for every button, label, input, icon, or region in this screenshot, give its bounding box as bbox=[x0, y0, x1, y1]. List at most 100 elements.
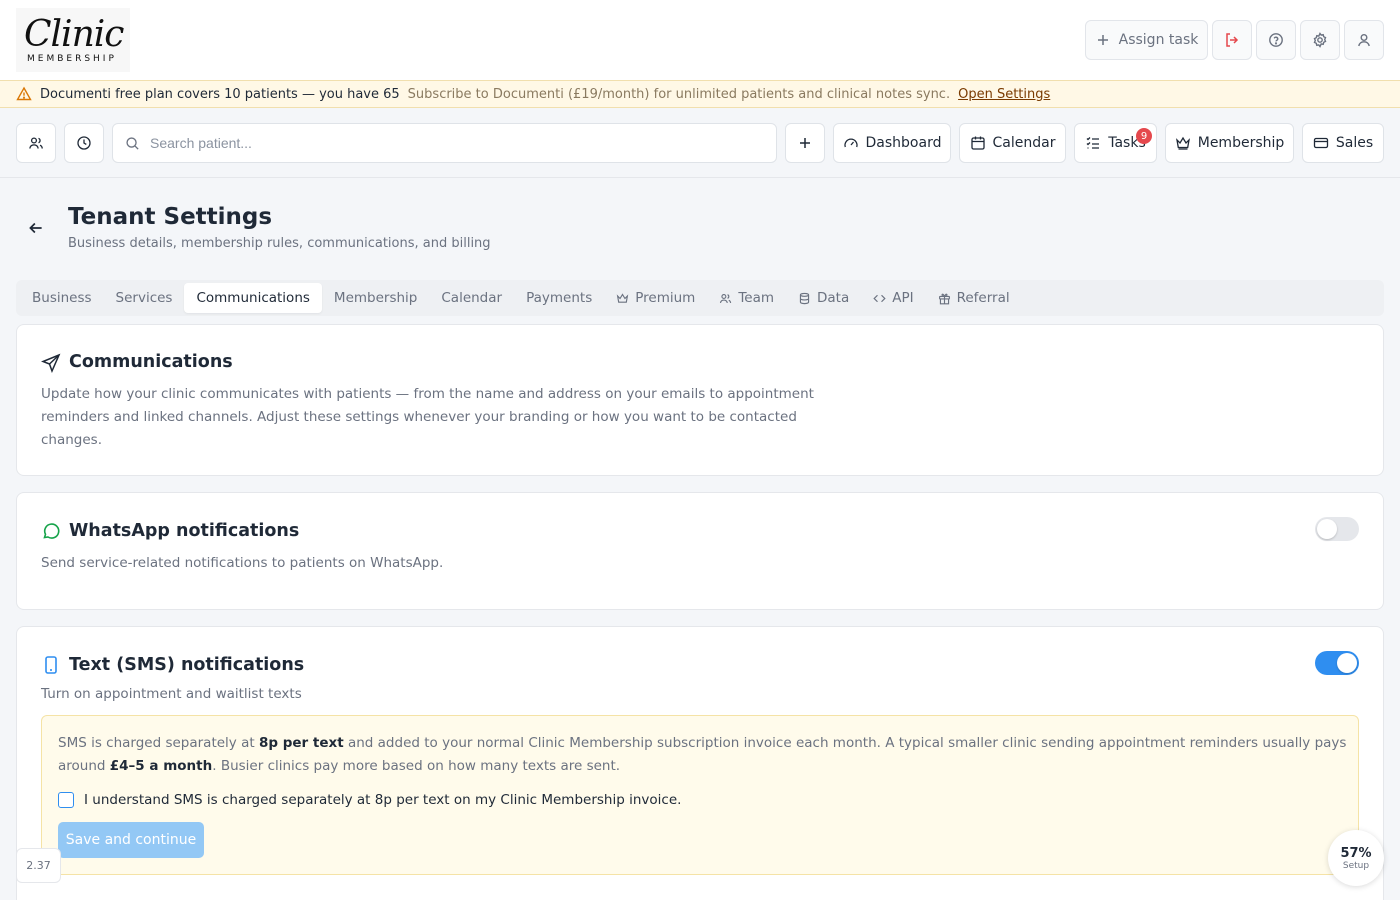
tab-premium[interactable]: Premium bbox=[604, 283, 707, 313]
open-settings-link[interactable]: Open Settings bbox=[958, 87, 1050, 102]
whatsapp-card: WhatsApp notifications Send service-rela… bbox=[16, 492, 1384, 610]
user-icon bbox=[1358, 34, 1370, 47]
users-icon bbox=[720, 293, 732, 303]
gift-icon bbox=[938, 293, 950, 304]
save-and-continue-button[interactable]: Save and continue bbox=[58, 822, 204, 858]
crown-icon bbox=[1175, 136, 1190, 150]
banner-muted-text: Subscribe to Documenti (£19/month) for u… bbox=[407, 86, 951, 102]
communications-card: Communications Update how your clinic co… bbox=[16, 324, 1384, 476]
gauge-icon bbox=[843, 138, 858, 148]
task-list-icon bbox=[1086, 137, 1100, 149]
search-input[interactable] bbox=[150, 135, 750, 151]
database-icon bbox=[799, 292, 810, 304]
main-toolbar: Dashboard Calendar Tasks 9 Membership Sa… bbox=[0, 108, 1400, 178]
crown-icon bbox=[616, 292, 629, 303]
dashboard-label: Dashboard bbox=[865, 135, 942, 151]
help-button[interactable] bbox=[1256, 20, 1296, 60]
plus-icon bbox=[800, 138, 810, 148]
top-header: Clinic MEMBERSHIP Assign task bbox=[0, 0, 1400, 80]
help-circle-icon bbox=[1269, 33, 1283, 47]
mobile-phone-icon bbox=[45, 656, 57, 674]
page-subtitle: Business details, membership rules, comm… bbox=[68, 236, 491, 251]
communications-desc-line: Update how your clinic communicates with… bbox=[41, 386, 814, 402]
warning-icon bbox=[16, 86, 32, 101]
nav-tasks[interactable]: Tasks 9 bbox=[1074, 123, 1157, 163]
tab-calendar[interactable]: Calendar bbox=[429, 283, 514, 313]
sms-acknowledge-label: I understand SMS is charged separately a… bbox=[84, 792, 682, 808]
banner-strong-text: Documenti free plan covers 10 patients —… bbox=[40, 86, 400, 102]
tab-services[interactable]: Services bbox=[104, 283, 185, 313]
logout-button[interactable] bbox=[1212, 20, 1252, 60]
sms-title: Text (SMS) notifications bbox=[69, 655, 305, 675]
toggle-knob bbox=[1317, 519, 1337, 539]
sms-acknowledge-checkbox[interactable] bbox=[58, 792, 74, 808]
nav-calendar[interactable]: Calendar bbox=[959, 123, 1066, 163]
plan-warning-banner: Documenti free plan covers 10 patients —… bbox=[0, 80, 1400, 108]
tab-team[interactable]: Team bbox=[707, 283, 786, 313]
assign-task-label: Assign task bbox=[1118, 32, 1199, 48]
membership-label: Membership bbox=[1197, 135, 1285, 151]
tab-communications[interactable]: Communications bbox=[184, 283, 322, 313]
tab-business[interactable]: Business bbox=[20, 283, 104, 313]
nav-dashboard[interactable]: Dashboard bbox=[833, 123, 951, 163]
communications-description: Update how your clinic communicates with… bbox=[41, 383, 814, 452]
patients-button[interactable] bbox=[16, 123, 56, 163]
sms-toggle[interactable] bbox=[1315, 651, 1359, 675]
tab-label: Communications bbox=[196, 290, 310, 306]
settings-button[interactable] bbox=[1300, 20, 1340, 60]
nav-membership[interactable]: Membership bbox=[1165, 123, 1294, 163]
clinic-membership-logo[interactable]: Clinic MEMBERSHIP bbox=[16, 8, 130, 72]
tab-payments[interactable]: Payments bbox=[514, 283, 604, 313]
sms-description: Turn on appointment and waitlist texts bbox=[41, 686, 302, 702]
setup-progress-button[interactable]: 57% Setup bbox=[1328, 830, 1384, 886]
chat-bubble-icon bbox=[43, 523, 60, 539]
tab-label: Referral bbox=[956, 290, 1010, 306]
communications-desc-line: changes. bbox=[41, 432, 103, 448]
sms-monthly-bold: £4–5 a month bbox=[109, 758, 213, 774]
tab-membership[interactable]: Membership bbox=[322, 283, 429, 313]
sms-charge-text: SMS is charged separately at 8p per text… bbox=[58, 732, 1348, 778]
whatsapp-toggle[interactable] bbox=[1315, 517, 1359, 541]
tab-label: Team bbox=[738, 290, 774, 306]
tab-label: Business bbox=[32, 290, 92, 306]
communications-title: Communications bbox=[69, 352, 233, 372]
whatsapp-title: WhatsApp notifications bbox=[69, 521, 300, 541]
send-icon bbox=[41, 353, 61, 373]
tab-referral[interactable]: Referral bbox=[926, 283, 1022, 313]
nav-sales[interactable]: Sales bbox=[1302, 123, 1384, 163]
tab-label: API bbox=[892, 290, 914, 306]
plus-icon bbox=[1097, 35, 1108, 45]
page-title: Tenant Settings bbox=[68, 204, 273, 230]
profile-button[interactable] bbox=[1344, 20, 1384, 60]
setup-percent: 57% bbox=[1340, 845, 1372, 861]
gear-icon bbox=[1313, 32, 1327, 48]
toggle-knob bbox=[1337, 653, 1357, 673]
calendar-icon bbox=[970, 136, 985, 150]
tab-label: Services bbox=[115, 290, 173, 306]
back-arrow-icon[interactable] bbox=[27, 219, 45, 237]
logout-icon bbox=[1226, 33, 1239, 47]
logo-subtitle: MEMBERSHIP bbox=[27, 54, 117, 64]
sms-text-segment: . Busier clinics pay more based on how m… bbox=[212, 758, 621, 774]
tasks-count-badge: 9 bbox=[1136, 128, 1152, 144]
sms-charge-notice: SMS is charged separately at 8p per text… bbox=[41, 715, 1359, 875]
users-icon bbox=[29, 137, 43, 149]
calendar-label: Calendar bbox=[992, 135, 1056, 151]
settings-tabs: Business Services Communications Members… bbox=[16, 280, 1384, 316]
add-button[interactable] bbox=[785, 123, 825, 163]
sales-label: Sales bbox=[1335, 135, 1374, 151]
tab-label: Calendar bbox=[441, 290, 503, 306]
search-icon bbox=[126, 136, 139, 150]
credit-card-icon bbox=[1313, 137, 1329, 149]
communications-desc-line: reminders and linked channels. Adjust th… bbox=[41, 409, 797, 425]
setup-label: Setup bbox=[1342, 860, 1370, 871]
tab-api[interactable]: API bbox=[861, 283, 925, 313]
tab-data[interactable]: Data bbox=[786, 283, 861, 313]
sms-acknowledge-row[interactable]: I understand SMS is charged separately a… bbox=[58, 792, 681, 808]
assign-task-button[interactable]: Assign task bbox=[1085, 20, 1208, 60]
patient-search[interactable] bbox=[112, 123, 777, 163]
history-button[interactable] bbox=[64, 123, 104, 163]
tab-label: Premium bbox=[635, 290, 696, 306]
clock-icon bbox=[77, 136, 91, 150]
tab-label: Data bbox=[817, 290, 850, 306]
